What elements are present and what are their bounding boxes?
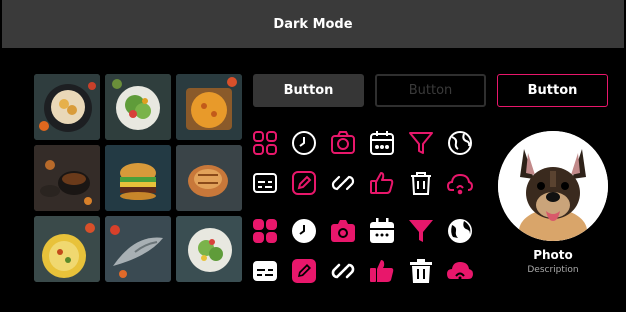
- globe-solid-icon[interactable]: [447, 218, 473, 244]
- filter-icon[interactable]: [408, 130, 434, 156]
- profile-name: Photo: [533, 248, 573, 262]
- filter-solid-icon[interactable]: [408, 218, 434, 244]
- image-gallery: [34, 74, 242, 282]
- gallery-image-pilaf[interactable]: [34, 216, 100, 282]
- header-bar: Dark Mode: [2, 0, 624, 48]
- trash-icon[interactable]: [408, 170, 434, 196]
- gallery-image-salad-plate[interactable]: [176, 216, 242, 282]
- link-icon[interactable]: [330, 170, 356, 196]
- profile-avatar[interactable]: [498, 131, 608, 241]
- edit-solid-icon[interactable]: [291, 258, 317, 284]
- thumbs-up-solid-icon[interactable]: [369, 258, 395, 284]
- filled-button[interactable]: Button: [253, 74, 364, 107]
- profile-description: Description: [527, 265, 579, 275]
- gallery-image-fish[interactable]: [105, 216, 171, 282]
- gallery-image-pizza[interactable]: [176, 74, 242, 140]
- gallery-image-tea[interactable]: [34, 145, 100, 211]
- calendar-solid-icon[interactable]: [369, 218, 395, 244]
- camera-solid-icon[interactable]: [330, 218, 356, 244]
- cloud-wifi-solid-icon[interactable]: [447, 258, 473, 284]
- gallery-image-salad[interactable]: [105, 74, 171, 140]
- gallery-image-pasta[interactable]: [34, 74, 100, 140]
- edit-icon[interactable]: [291, 170, 317, 196]
- gallery-image-bread[interactable]: [176, 145, 242, 211]
- link-solid-icon[interactable]: [330, 258, 356, 284]
- clock-solid-icon[interactable]: [291, 218, 317, 244]
- outline-button[interactable]: Button: [497, 74, 608, 107]
- subtitles-icon[interactable]: [252, 170, 278, 196]
- gallery-image-burger[interactable]: [105, 145, 171, 211]
- globe-icon[interactable]: [447, 130, 473, 156]
- thumbs-up-icon[interactable]: [369, 170, 395, 196]
- apps-solid-icon[interactable]: [252, 218, 278, 244]
- calendar-icon[interactable]: [369, 130, 395, 156]
- clock-icon[interactable]: [291, 130, 317, 156]
- disabled-button: Button: [375, 74, 486, 107]
- cloud-wifi-icon[interactable]: [447, 170, 473, 196]
- page-title: Dark Mode: [273, 16, 353, 32]
- trash-solid-icon[interactable]: [408, 258, 434, 284]
- camera-icon[interactable]: [330, 130, 356, 156]
- apps-icon[interactable]: [252, 130, 278, 156]
- subtitles-solid-icon[interactable]: [252, 258, 278, 284]
